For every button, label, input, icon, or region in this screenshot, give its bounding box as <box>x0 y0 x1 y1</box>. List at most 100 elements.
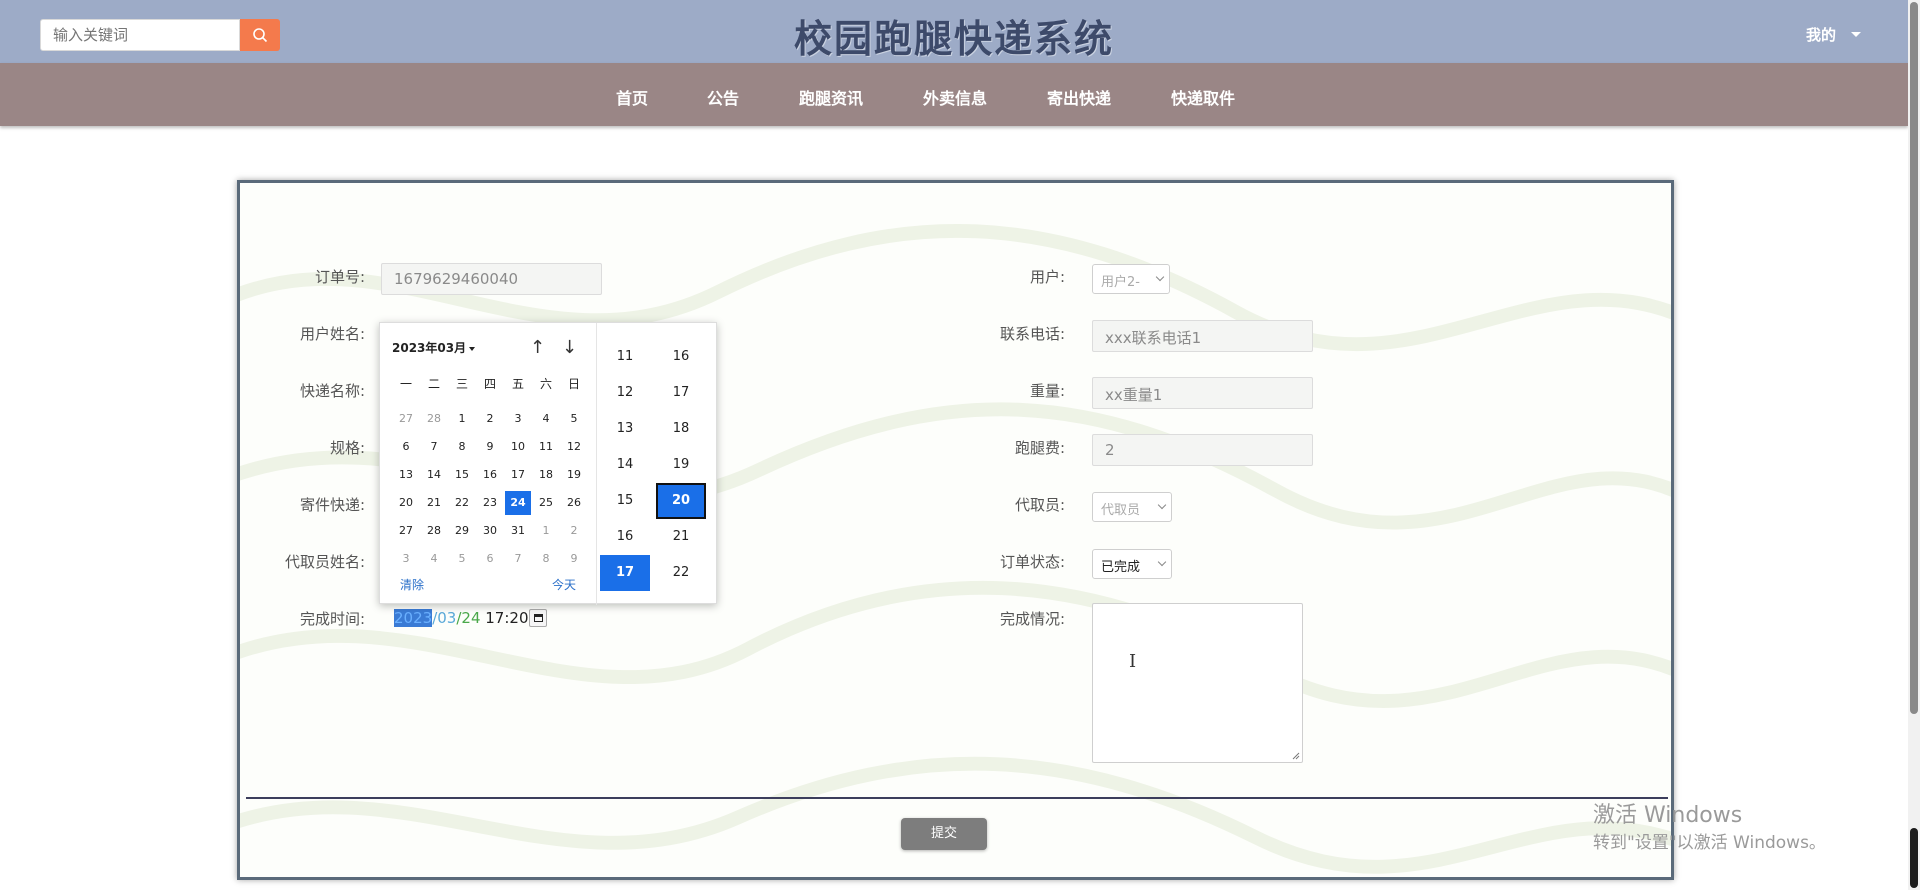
caret-down-icon <box>469 346 476 351</box>
hour-option[interactable]: 11 <box>600 339 650 375</box>
resize-handle-icon[interactable] <box>1292 752 1300 760</box>
calendar-day[interactable]: 21 <box>421 491 447 515</box>
hour-option[interactable]: 13 <box>600 411 650 447</box>
calendar-day[interactable]: 5 <box>561 407 587 431</box>
weekday-header: 六 <box>539 377 552 391</box>
form-divider <box>246 797 1668 799</box>
nav-item-errand-news[interactable]: 跑腿资讯 <box>799 85 863 109</box>
calendar-day[interactable]: 28 <box>421 407 447 431</box>
user-select[interactable]: 用户2- <box>1092 264 1170 294</box>
calendar-day[interactable]: 12 <box>561 435 587 459</box>
calendar-day[interactable]: 22 <box>449 491 475 515</box>
date-time-segment[interactable]: 17:20 <box>481 609 528 627</box>
calendar-day[interactable]: 9 <box>561 547 587 571</box>
calendar-day[interactable]: 16 <box>477 463 503 487</box>
minute-option[interactable]: 21 <box>656 519 706 555</box>
calendar-day[interactable]: 4 <box>421 547 447 571</box>
minute-option[interactable]: 22 <box>656 555 706 591</box>
calendar-day[interactable]: 26 <box>561 491 587 515</box>
agent-select-value: 代取员 <box>1101 503 1141 518</box>
arrow-up-icon[interactable]: ↑ <box>530 337 545 358</box>
scrollbar-thumb-secondary[interactable] <box>1910 828 1918 888</box>
calendar-day[interactable]: 27 <box>393 407 419 431</box>
calendar-day[interactable]: 11 <box>533 435 559 459</box>
calendar-day[interactable]: 8 <box>533 547 559 571</box>
status-select[interactable]: 已完成 <box>1092 549 1172 579</box>
calendar-day[interactable]: 4 <box>533 407 559 431</box>
weekday-header: 一 <box>399 377 412 391</box>
user-select-value: 用户2- <box>1101 275 1140 290</box>
scrollbar-thumb[interactable] <box>1910 2 1918 714</box>
calendar-day[interactable]: 30 <box>477 519 503 543</box>
calendar-day[interactable]: 6 <box>393 435 419 459</box>
hour-option[interactable]: 15 <box>600 483 650 519</box>
calendar-day[interactable]: 10 <box>505 435 531 459</box>
calendar-day[interactable]: 1 <box>449 407 475 431</box>
hour-option[interactable]: 14 <box>600 447 650 483</box>
weekday-header: 五 <box>511 377 524 391</box>
caret-down-icon[interactable] <box>1851 32 1861 37</box>
hour-option[interactable]: 16 <box>600 519 650 555</box>
calendar-day[interactable]: 20 <box>393 491 419 515</box>
minute-option[interactable]: 19 <box>656 447 706 483</box>
calendar-day[interactable]: 29 <box>449 519 475 543</box>
calendar-day[interactable]: 13 <box>393 463 419 487</box>
date-day-segment[interactable]: 24 <box>461 609 480 627</box>
order-no-label: 订单号: <box>314 268 365 286</box>
calendar-day[interactable]: 25 <box>533 491 559 515</box>
order-no-field[interactable]: 1679629460040 <box>381 263 602 295</box>
arrow-down-icon[interactable]: ↓ <box>562 337 577 358</box>
calendar-day[interactable]: 23 <box>477 491 503 515</box>
weight-field[interactable]: xx重量1 <box>1092 377 1313 409</box>
minute-option[interactable]: 20 <box>656 483 706 519</box>
text-cursor-icon: I <box>1129 651 1137 672</box>
nav-item-takeout[interactable]: 外卖信息 <box>923 85 987 109</box>
calendar-icon[interactable] <box>529 609 547 627</box>
nav-item-notice[interactable]: 公告 <box>707 85 739 109</box>
spec-label: 规格: <box>329 439 365 457</box>
calendar-day[interactable]: 3 <box>505 407 531 431</box>
nav-item-home[interactable]: 首页 <box>616 85 648 109</box>
agent-select[interactable]: 代取员 <box>1092 492 1172 522</box>
today-button[interactable]: 今天 <box>552 576 576 593</box>
nav-item-pickup-express[interactable]: 快递取件 <box>1171 85 1235 109</box>
calendar-day[interactable]: 18 <box>533 463 559 487</box>
clear-button[interactable]: 清除 <box>400 576 424 593</box>
calendar-day[interactable]: 8 <box>449 435 475 459</box>
nav-item-send-express[interactable]: 寄出快递 <box>1047 85 1111 109</box>
calendar-day[interactable]: 24 <box>505 491 531 515</box>
calendar-day[interactable]: 15 <box>449 463 475 487</box>
finish-time-input[interactable]: 2023/03/24 17:20 <box>394 609 529 627</box>
datetime-picker: 2023年03月 ↑ ↓ 一二三四五六日 27 28 1 2 3 4 5 6 7 8 9 10 11 12… <box>379 322 717 605</box>
calendar-day[interactable]: 2 <box>561 519 587 543</box>
minute-option[interactable]: 18 <box>656 411 706 447</box>
chevron-down-icon <box>1155 272 1165 282</box>
month-selector[interactable]: 2023年03月 <box>392 339 476 356</box>
minute-option[interactable]: 16 <box>656 339 706 375</box>
calendar-day[interactable]: 31 <box>505 519 531 543</box>
calendar-day[interactable]: 3 <box>393 547 419 571</box>
hour-option[interactable]: 17 <box>600 555 650 591</box>
calendar-day[interactable]: 28 <box>421 519 447 543</box>
calendar-day[interactable]: 6 <box>477 547 503 571</box>
submit-button[interactable]: 提交 <box>901 818 987 850</box>
fee-field[interactable]: 2 <box>1092 434 1313 466</box>
calendar-day[interactable]: 14 <box>421 463 447 487</box>
calendar-day[interactable]: 7 <box>505 547 531 571</box>
date-month-segment[interactable]: 03 <box>437 609 456 627</box>
date-year-segment[interactable]: 2023 <box>394 609 433 627</box>
user-menu[interactable]: 我的 <box>1806 24 1836 45</box>
calendar-day[interactable]: 9 <box>477 435 503 459</box>
phone-field[interactable]: xxx联系电话1 <box>1092 320 1313 352</box>
calendar-day[interactable]: 17 <box>505 463 531 487</box>
page-scrollbar[interactable] <box>1908 0 1920 890</box>
calendar-day[interactable]: 7 <box>421 435 447 459</box>
minute-option[interactable]: 17 <box>656 375 706 411</box>
calendar-day[interactable]: 1 <box>533 519 559 543</box>
hour-option[interactable]: 12 <box>600 375 650 411</box>
calendar-day[interactable]: 19 <box>561 463 587 487</box>
calendar-day[interactable]: 5 <box>449 547 475 571</box>
calendar-day[interactable]: 2 <box>477 407 503 431</box>
result-textarea[interactable] <box>1092 603 1303 763</box>
calendar-day[interactable]: 27 <box>393 519 419 543</box>
